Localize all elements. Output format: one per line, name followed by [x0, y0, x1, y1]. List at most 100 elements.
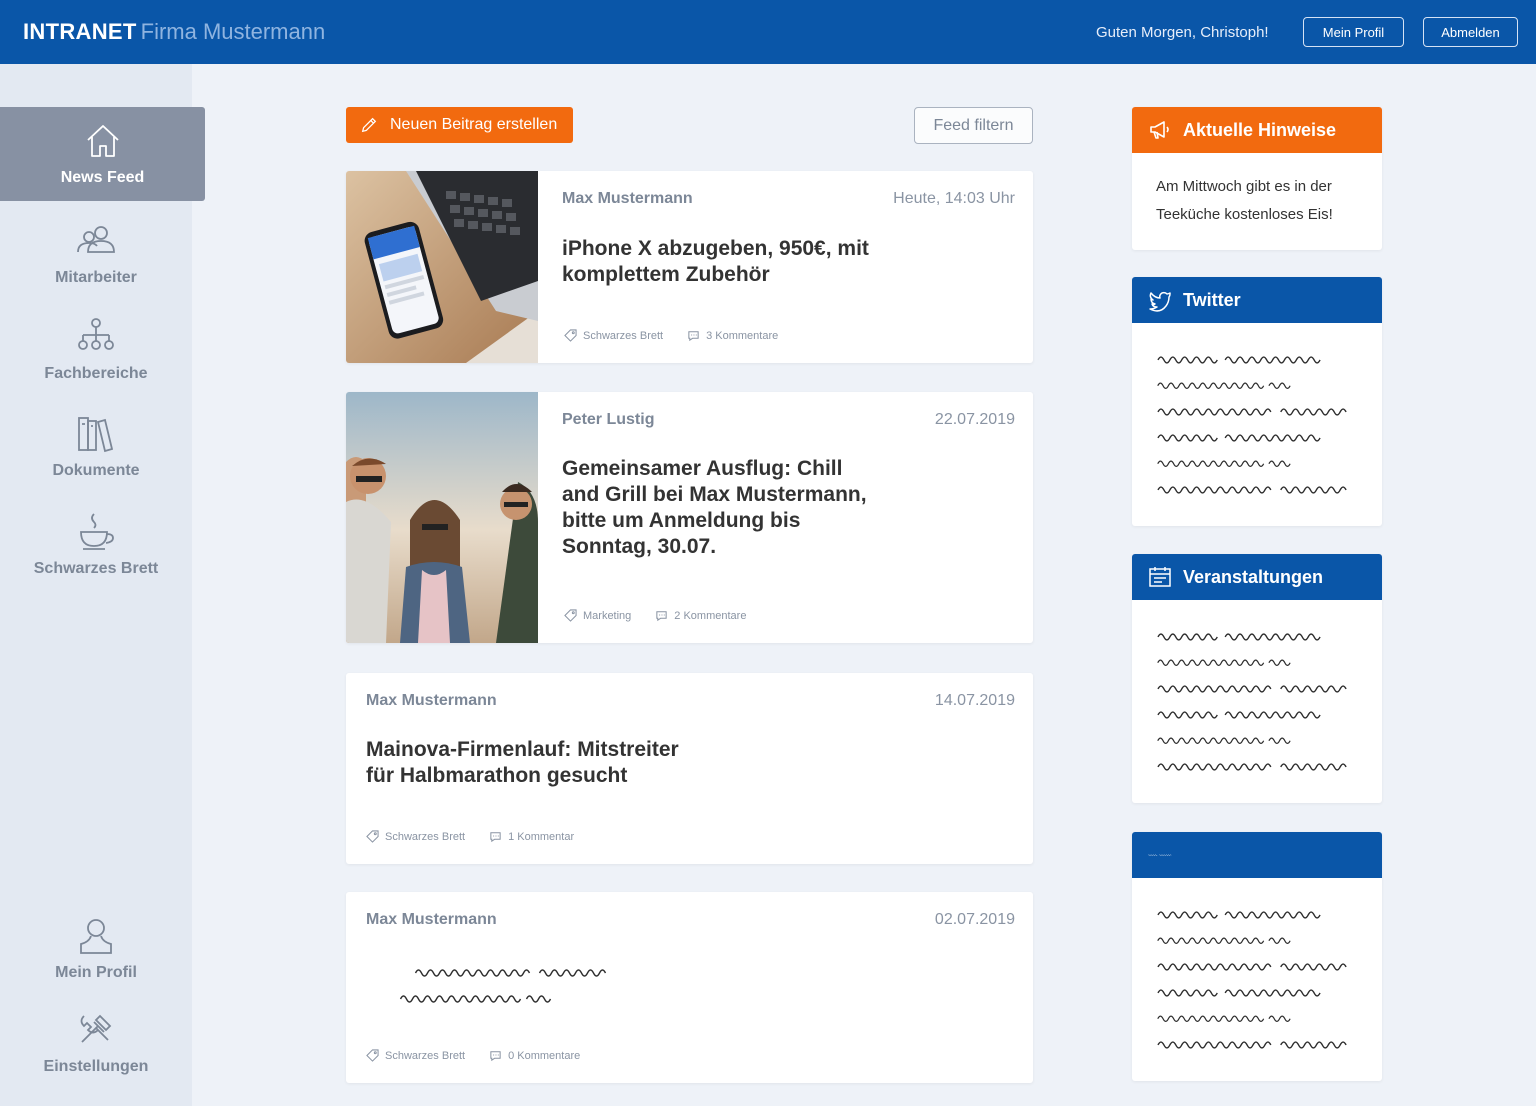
events-widget-header[interactable]: Veranstaltungen [1132, 554, 1382, 600]
placeholder-scribble [366, 964, 661, 978]
placeholder-scribble [1156, 1010, 1306, 1024]
sidebar-item-einstellungen[interactable]: Einstellungen [0, 1008, 192, 1076]
post-meta: Schwarzes Brett 1 Kommentar [366, 830, 598, 843]
calendar-icon [1149, 567, 1171, 587]
megaphone-icon [1150, 121, 1169, 139]
placeholder-scribble [1156, 958, 1354, 972]
placeholder-widget-header[interactable] [1132, 832, 1382, 878]
placeholder-widget-body [1132, 878, 1382, 1050]
placeholder-scribble [1156, 351, 1324, 365]
post-body-placeholder [366, 964, 661, 1004]
post-author[interactable]: Peter Lustig [562, 411, 654, 429]
profile-button[interactable]: Mein Profil [1303, 17, 1404, 47]
post-comments[interactable]: 3 Kommentare [687, 329, 778, 342]
post-author[interactable]: Max Mustermann [366, 692, 497, 710]
post-title-line: and Grill bei Max Mustermann, [562, 483, 867, 506]
events-list-placeholder [1132, 600, 1382, 772]
post-title-line: iPhone X abzugeben, 950€, mit [562, 237, 869, 260]
tag-icon [366, 830, 379, 843]
placeholder-title-scribble [1148, 854, 1172, 856]
new-post-button[interactable]: Neuen Beitrag erstellen [346, 107, 573, 143]
twitter-widget-title: Twitter [1183, 289, 1241, 310]
brand-logo[interactable]: INTRANET Firma Mustermann [23, 19, 325, 45]
post-category[interactable]: Schwarzes Brett [366, 830, 465, 843]
post-category-label: Schwarzes Brett [385, 830, 466, 843]
post-title[interactable]: Gemeinsamer Ausflug: Chill and Grill bei… [562, 456, 867, 560]
post-title-line: für Halbmarathon gesucht [366, 764, 628, 787]
sidebar-item-mitarbeiter[interactable]: Mitarbeiter [0, 219, 192, 287]
people-outdoors-photo [346, 392, 538, 643]
logout-button[interactable]: Abmelden [1423, 17, 1518, 47]
post-date: 02.07.2019 [934, 911, 1015, 928]
tag-icon [564, 609, 577, 622]
post-title[interactable]: iPhone X abzugeben, 950€, mit komplettem… [562, 236, 869, 288]
users-icon [77, 226, 115, 253]
tag-icon [564, 329, 577, 342]
sidebar-item-mein-profil[interactable]: Mein Profil [0, 914, 192, 982]
post-meta: Schwarzes Brett 3 Kommentare [564, 329, 802, 342]
placeholder-scribble [1156, 403, 1354, 417]
post-title-line: Mainova-Firmenlauf: Mitstreiter [366, 738, 679, 761]
post-date: 22.07.2019 [934, 411, 1015, 428]
greeting-text: Guten Morgen, Christoph! [1096, 24, 1269, 41]
post-category[interactable]: Schwarzes Brett [366, 1049, 465, 1062]
placeholder-scribble [1156, 758, 1354, 772]
filter-feed-button[interactable]: Feed filtern [914, 107, 1033, 144]
sidebar-item-news-feed[interactable]: News Feed [0, 107, 205, 201]
sidebar: News Feed Mitarbeiter Fachbereiche Dokum… [0, 64, 205, 1106]
tools-icon [80, 1014, 112, 1043]
twitter-bird-icon [1149, 291, 1171, 312]
post-card[interactable]: Max Mustermann 14.07.2019 Mainova-Firmen… [346, 673, 1033, 864]
hierarchy-icon [78, 318, 114, 350]
placeholder-scribble [1156, 732, 1306, 746]
post-comments[interactable]: 0 Kommentare [489, 1049, 580, 1062]
post-comments-label: 2 Kommentare [674, 609, 747, 622]
notices-widget-title: Aktuelle Hinweise [1183, 119, 1337, 140]
post-card[interactable]: Peter Lustig 22.07.2019 Gemeinsamer Ausf… [346, 392, 1033, 643]
post-comments[interactable]: 2 Kommentare [655, 609, 746, 622]
post-category-label: Marketing [583, 609, 632, 622]
notices-widget-header[interactable]: Aktuelle Hinweise [1132, 107, 1382, 153]
placeholder-scribble [1156, 377, 1306, 391]
events-widget-title: Veranstaltungen [1183, 566, 1324, 587]
post-title-line: komplettem Zubehör [562, 263, 770, 286]
coffee-cup-icon [80, 513, 114, 550]
placeholder-scribble [1156, 1036, 1354, 1050]
placeholder-scribble [1156, 481, 1354, 495]
post-card[interactable]: Max Mustermann 02.07.2019 Schwarzes Bret… [346, 892, 1033, 1083]
post-card[interactable]: Max Mustermann Heute, 14:03 Uhr iPhone X… [346, 171, 1033, 363]
post-meta: Marketing 2 Kommentare [564, 609, 770, 622]
sidebar-item-label: Fachbereiche [44, 365, 148, 382]
post-category[interactable]: Schwarzes Brett [564, 329, 663, 342]
sidebar-item-fachbereiche[interactable]: Fachbereiche [0, 315, 192, 383]
placeholder-scribble [1156, 628, 1324, 642]
sidebar-item-schwarzes-brett[interactable]: Schwarzes Brett [0, 510, 192, 578]
sidebar-item-dokumente[interactable]: Dokumente [0, 412, 192, 480]
notices-widget-text: Am Mittwoch gibt es in der Teeküche kost… [1132, 153, 1382, 249]
notice-line: Teeküche kostenloses Eis! [1156, 206, 1333, 223]
notice-line: Am Mittwoch gibt es in der [1156, 178, 1332, 195]
post-comments[interactable]: 1 Kommentar [489, 830, 574, 843]
placeholder-scribble [1156, 706, 1324, 720]
sidebar-item-label: News Feed [60, 169, 145, 186]
post-date: 14.07.2019 [934, 692, 1015, 709]
twitter-feed-placeholder [1132, 323, 1382, 495]
twitter-widget-header[interactable]: Twitter [1132, 277, 1382, 323]
comment-icon [490, 1051, 501, 1062]
comment-icon [656, 611, 667, 622]
sidebar-item-label: Mitarbeiter [55, 269, 137, 286]
post-comments-label: 0 Kommentare [508, 1049, 581, 1062]
post-author[interactable]: Max Mustermann [366, 911, 497, 929]
sidebar-item-label: Mein Profil [55, 964, 137, 981]
placeholder-scribble [1156, 984, 1324, 998]
post-category[interactable]: Marketing [564, 609, 631, 622]
post-meta: Schwarzes Brett 0 Kommentare [366, 1049, 604, 1062]
post-category-label: Schwarzes Brett [583, 329, 664, 342]
post-title[interactable]: Mainova-Firmenlauf: Mitstreiter für Halb… [366, 737, 679, 789]
laptop-and-phone-photo [346, 171, 538, 363]
sidebar-item-label: Einstellungen [43, 1058, 149, 1075]
post-author[interactable]: Max Mustermann [562, 190, 693, 208]
pencil-icon [361, 117, 377, 133]
placeholder-scribble [1156, 429, 1324, 443]
sidebar-item-label: Dokumente [52, 462, 140, 479]
